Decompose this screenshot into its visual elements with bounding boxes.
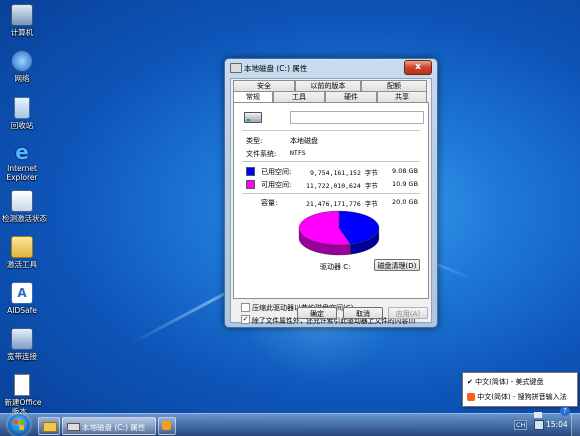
activation-icon — [11, 190, 33, 212]
tray-arrow-icon — [534, 412, 542, 418]
dialog-title: 本地磁盘 (C:) 属性 — [244, 64, 308, 73]
hard-drive-icon — [244, 112, 262, 123]
desktop-icon-label: AIDSafe — [7, 306, 37, 315]
clock[interactable]: 15:04 — [546, 420, 568, 429]
hard-drive-led — [247, 119, 250, 121]
disk-cleanup-button[interactable]: 磁盘清理(D) — [374, 259, 420, 271]
check-icon: ✔ — [467, 378, 476, 386]
desktop-icon-activation-check[interactable]: 检测激活状态 — [2, 190, 47, 223]
network-tray-icon[interactable] — [534, 420, 544, 430]
start-button[interactable] — [8, 414, 30, 436]
desktop-icon-broadband[interactable]: 宽带连接 — [2, 328, 42, 361]
tray-overflow-icons[interactable]: ? — [532, 406, 572, 420]
ime-item-us-keyboard[interactable]: ✔ 中文(简体) - 美式键盘 — [467, 375, 544, 389]
taskbar-explorer-button[interactable] — [38, 417, 60, 435]
tab-quota[interactable]: 配额 — [361, 80, 427, 91]
free-space-bytes: 11,722,010,624 字节 — [306, 182, 378, 190]
taskbar-window-label: 本地磁盘 (C:) 属性 — [82, 423, 146, 432]
tab-previous-versions[interactable]: 以前的版本 — [295, 80, 361, 91]
separator — [242, 130, 420, 131]
lang-indicator[interactable]: CH — [514, 420, 528, 430]
desktop-icon-recycle-bin[interactable]: 回收站 — [2, 97, 42, 130]
separator — [242, 193, 420, 194]
free-space-label: 可用空间: — [261, 181, 292, 189]
tab-row-top: 安全 以前的版本 配额 — [233, 80, 427, 91]
cancel-button[interactable]: 取消 — [343, 307, 383, 319]
shield-app-icon: A — [11, 282, 33, 304]
capacity-bytes: 21,476,171,776 字节 — [306, 200, 378, 208]
desktop-icon-network[interactable]: 网络 — [2, 50, 42, 83]
used-space-label: 已用空间: — [261, 168, 292, 176]
desktop-icon-label: 回收站 — [10, 121, 34, 130]
drive-label: 驱动器 C: — [320, 263, 351, 271]
help-icon: ? — [560, 406, 570, 416]
taskbar: 本地磁盘 (C:) 属性 CH 15:04 ? — [0, 406, 580, 436]
dialog-titlebar[interactable]: 本地磁盘 (C:) 属性 x — [225, 59, 437, 76]
broadband-icon — [11, 328, 33, 350]
folder-icon — [11, 236, 33, 258]
used-space-bytes: 9,754,161,152 字节 — [310, 169, 378, 177]
media-icon — [162, 421, 171, 430]
tab-sharing[interactable]: 共享 — [377, 91, 427, 102]
ime-item-sogou[interactable]: 中文(简体) - 搜狗拼音输入法 — [467, 390, 567, 404]
taskbar-media-button[interactable] — [158, 417, 176, 435]
drive-icon — [67, 423, 80, 431]
drive-icon — [230, 63, 242, 73]
desktop-icon-ie[interactable]: e Internet Explorer — [2, 142, 42, 182]
desktop-icon-label: Internet Explorer — [6, 164, 38, 182]
free-space-size: 10.9 GB — [392, 180, 419, 188]
type-label: 类型: — [246, 137, 263, 145]
close-button[interactable]: x — [404, 60, 432, 75]
taskbar-window-properties[interactable]: 本地磁盘 (C:) 属性 — [62, 417, 156, 435]
disk-usage-pie-chart — [298, 210, 380, 256]
sogou-icon — [467, 393, 475, 401]
ime-item-label: 中文(简体) - 美式键盘 — [475, 378, 544, 386]
free-space-swatch — [246, 180, 255, 189]
tab-row-bottom: 常规 工具 硬件 共享 — [233, 91, 427, 103]
desktop-icon-label: 计算机 — [10, 28, 34, 37]
recycle-bin-icon — [14, 97, 30, 119]
ie-icon: e — [15, 140, 29, 164]
desktop-icon-label: 激活工具 — [7, 260, 37, 269]
used-space-size: 9.08 GB — [392, 167, 419, 175]
desktop-icon-label: 检测激活状态 — [2, 214, 47, 223]
apply-button[interactable]: 应用(A) — [388, 307, 428, 319]
separator — [242, 161, 420, 162]
capacity-label: 容量: — [261, 199, 278, 207]
tab-security[interactable]: 安全 — [233, 80, 295, 91]
document-icon — [14, 374, 30, 396]
file-system-label: 文件系统: — [246, 150, 277, 158]
tab-hardware[interactable]: 硬件 — [325, 91, 377, 102]
used-space-swatch — [246, 167, 255, 176]
index-checkbox[interactable]: ✓ — [241, 315, 250, 324]
properties-dialog: 本地磁盘 (C:) 属性 x 安全 以前的版本 配额 常规 工具 硬件 共享 类… — [224, 58, 438, 328]
desktop-icon-computer[interactable]: 计算机 — [2, 4, 42, 37]
general-panel: 类型: 本地磁盘 文件系统: NTFS 已用空间: 9,754,161,152 … — [233, 102, 429, 299]
computer-icon — [11, 4, 33, 26]
desktop-icon-office[interactable]: 新建Office版本... — [2, 374, 42, 416]
file-system-value: NTFS — [290, 149, 306, 157]
desktop-icon-activation-tool[interactable]: 激活工具 — [2, 236, 42, 269]
show-desktop-button[interactable] — [571, 414, 580, 436]
capacity-size: 20.0 GB — [392, 198, 419, 206]
dialog-client: 安全 以前的版本 配额 常规 工具 硬件 共享 类型: 本地磁盘 文件系统: N… — [230, 78, 432, 325]
windows-logo-icon — [14, 420, 24, 430]
tab-tools[interactable]: 工具 — [273, 91, 325, 102]
compress-checkbox[interactable] — [241, 303, 250, 312]
volume-name-input[interactable] — [290, 111, 424, 124]
desktop-icon-label: 网络 — [14, 74, 30, 83]
network-icon — [11, 50, 33, 72]
ime-menu: ✔ 中文(简体) - 美式键盘 中文(简体) - 搜狗拼音输入法 — [462, 372, 578, 407]
ime-item-label: 中文(简体) - 搜狗拼音输入法 — [477, 393, 567, 401]
type-value: 本地磁盘 — [290, 137, 318, 145]
ok-button[interactable]: 确定 — [297, 307, 337, 319]
desktop-icon-label: 宽带连接 — [7, 352, 37, 361]
folder-icon — [43, 422, 57, 432]
desktop-icon-aidsafe[interactable]: A AIDSafe — [2, 282, 42, 315]
